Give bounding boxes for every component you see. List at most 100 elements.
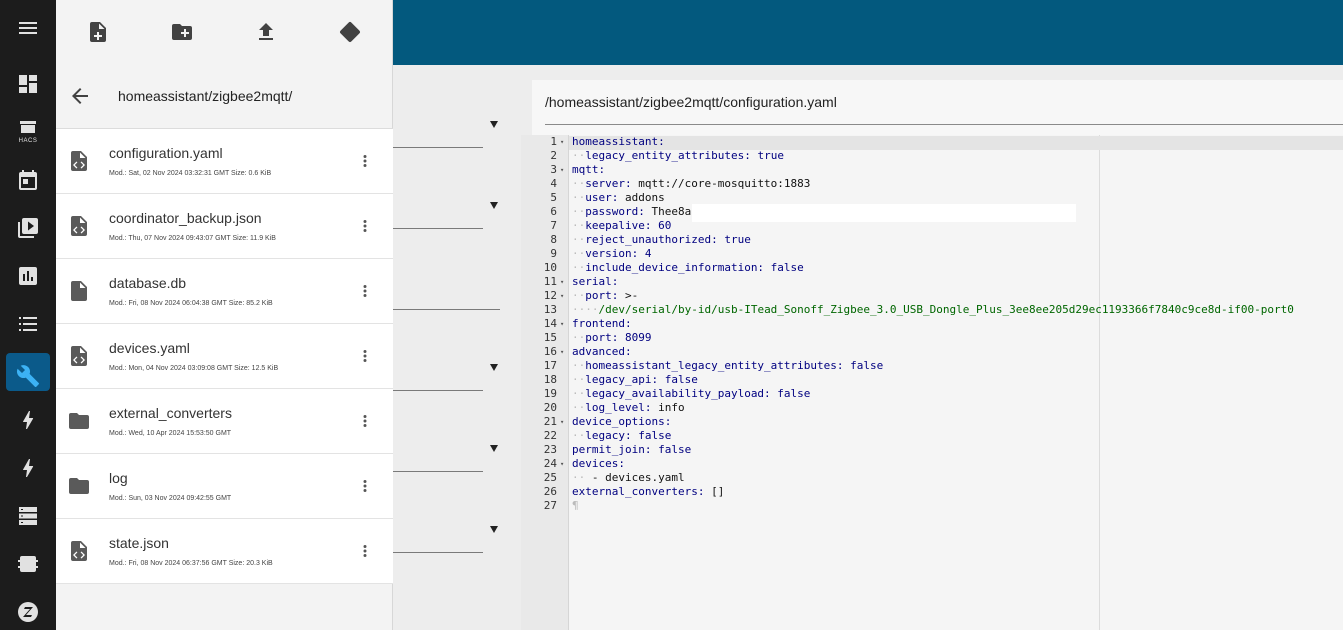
server-icon[interactable] (0, 492, 56, 540)
file-plus-icon[interactable] (86, 20, 110, 44)
line-number: 20 (543, 401, 557, 414)
folder-plus-icon[interactable] (170, 20, 194, 44)
more-vert-icon[interactable] (353, 474, 377, 498)
code-line[interactable]: 12 ▾ ··port: >- (521, 289, 1343, 303)
code-line[interactable]: 24 ▾ devices: (521, 457, 1343, 471)
code-line[interactable]: 13 ····/dev/serial/by-id/usb-ITead_Sonoff… (521, 303, 1343, 317)
wrench-icon[interactable] (0, 352, 56, 400)
fold-toggle-icon[interactable]: ▾ (560, 345, 564, 359)
more-vert-icon[interactable] (353, 149, 377, 173)
code-line[interactable]: 20 ··log_level: info (521, 401, 1343, 415)
code-line[interactable]: 3 ▾ mqtt: (521, 163, 1343, 177)
divider (392, 309, 500, 310)
redacted-password (692, 204, 1076, 222)
code-line[interactable]: 8 ··reject_unauthorized: true (521, 233, 1343, 247)
code-line[interactable]: 11 ▾ serial: (521, 275, 1343, 289)
line-text: ··port: >- (572, 289, 639, 302)
more-vert-icon[interactable] (353, 344, 377, 368)
divider (545, 124, 1343, 125)
file-name: database.db (109, 275, 187, 291)
list-icon[interactable] (0, 300, 56, 348)
line-text: homeassistant: (572, 135, 665, 148)
line-number: 18 (543, 373, 557, 386)
line-number: 15 (543, 331, 557, 344)
code-line[interactable]: 14 ▾ frontend: (521, 317, 1343, 331)
code-line[interactable]: 23 permit_join: false (521, 443, 1343, 457)
line-number: 11 (543, 275, 557, 288)
more-vert-icon[interactable] (353, 539, 377, 563)
line-text: devices: (572, 457, 625, 470)
fold-toggle-icon[interactable]: ▾ (560, 415, 564, 429)
line-number: 26 (543, 485, 557, 498)
code-line[interactable]: 9 ··version: 4 (521, 247, 1343, 261)
line-number: 4 (550, 177, 557, 190)
line-text: ··legacy: false (572, 429, 672, 442)
code-line[interactable]: 21 ▾ device_options: (521, 415, 1343, 429)
code-line[interactable]: 19 ··legacy_availability_payload: false (521, 387, 1343, 401)
line-text: ··version: 4 (572, 247, 652, 260)
fold-toggle-icon[interactable]: ▾ (560, 317, 564, 331)
code-line[interactable]: 26 external_converters: [] (521, 485, 1343, 499)
file-list-item[interactable]: coordinator_backup.json Mod.: Thu, 07 Nov… (56, 194, 393, 259)
dropdown-arrow-icon (490, 445, 498, 452)
fold-toggle-icon[interactable]: ▾ (560, 289, 564, 303)
code-line[interactable]: 4 ··server: mqtt://core-mosquitto:1883 (521, 177, 1343, 191)
file-list-item[interactable]: log Mod.: Sun, 03 Nov 2024 09:42:55 GMT (56, 454, 393, 519)
more-vert-icon[interactable] (353, 214, 377, 238)
code-line[interactable]: 17 ··homeassistant_legacy_entity_attribut… (521, 359, 1343, 373)
code-line[interactable]: 16 ▾ advanced: (521, 345, 1343, 359)
code-line[interactable]: 15 ··port: 8099 (521, 331, 1343, 345)
back-arrow-icon[interactable] (68, 84, 92, 108)
line-number: 22 (543, 429, 557, 442)
code-line[interactable]: 22 ··legacy: false (521, 429, 1343, 443)
file-list-item[interactable]: configuration.yaml Mod.: Sat, 02 Nov 2024… (56, 129, 393, 194)
line-number: 19 (543, 387, 557, 400)
fold-toggle-icon[interactable]: ▾ (560, 163, 564, 177)
calendar-icon[interactable] (0, 156, 56, 204)
code-line[interactable]: 25 ·· - devices.yaml (521, 471, 1343, 485)
line-text: ··include_device_information: false (572, 261, 804, 274)
bolt-icon[interactable] (0, 444, 56, 492)
line-text: ¶ (572, 499, 579, 512)
file-meta: Mod.: Fri, 08 Nov 2024 06:37:56 GMT Size… (109, 560, 273, 567)
chart-icon[interactable] (0, 252, 56, 300)
divider (392, 471, 483, 472)
more-vert-icon[interactable] (353, 279, 377, 303)
line-number: 25 (543, 471, 557, 484)
line-text: ··reject_unauthorized: true (572, 233, 751, 246)
line-number: 16 (543, 345, 557, 358)
fold-toggle-icon[interactable]: ▾ (560, 135, 564, 149)
code-line[interactable]: 27 ¶ (521, 499, 1343, 513)
code-file-icon (67, 149, 91, 173)
fold-toggle-icon[interactable]: ▾ (560, 457, 564, 471)
chip-icon[interactable] (0, 540, 56, 588)
more-vert-icon[interactable] (353, 409, 377, 433)
git-icon[interactable] (338, 20, 362, 44)
energy-icon[interactable] (0, 396, 56, 444)
code-line[interactable]: 10 ··include_device_information: false (521, 261, 1343, 275)
file-list-item[interactable]: state.json Mod.: Fri, 08 Nov 2024 06:37:5… (56, 519, 393, 584)
menu-icon[interactable] (0, 4, 56, 52)
code-line[interactable]: 18 ··legacy_api: false (521, 373, 1343, 387)
folder-icon (67, 474, 91, 498)
zigbee-icon[interactable] (0, 588, 56, 630)
upload-icon[interactable] (254, 20, 278, 44)
line-text: advanced: (572, 345, 632, 358)
media-icon[interactable] (0, 204, 56, 252)
line-number: 8 (550, 233, 557, 246)
file-list-item[interactable]: external_converters Mod.: Wed, 10 Apr 202… (56, 389, 393, 454)
line-text: ··legacy_api: false (572, 373, 698, 386)
line-text: permit_join: false (572, 443, 692, 456)
code-line[interactable]: 1 ▾ homeassistant: (521, 135, 1343, 149)
file-name: devices.yaml (109, 340, 190, 356)
file-meta: Mod.: Sun, 03 Nov 2024 09:42:55 GMT (109, 495, 232, 502)
hacs-icon[interactable] (0, 104, 56, 152)
file-list-item[interactable]: devices.yaml Mod.: Mon, 04 Nov 2024 03:09… (56, 324, 393, 389)
line-text: ··log_level: info (572, 401, 685, 414)
fold-toggle-icon[interactable]: ▾ (560, 275, 564, 289)
code-line[interactable]: 2 ··legacy_entity_attributes: true (521, 149, 1343, 163)
divider (392, 147, 483, 148)
dashboard-icon[interactable] (0, 60, 56, 108)
code-line[interactable]: 5 ··user: addons (521, 191, 1343, 205)
file-list-item[interactable]: database.db Mod.: Fri, 08 Nov 2024 06:04:… (56, 259, 393, 324)
